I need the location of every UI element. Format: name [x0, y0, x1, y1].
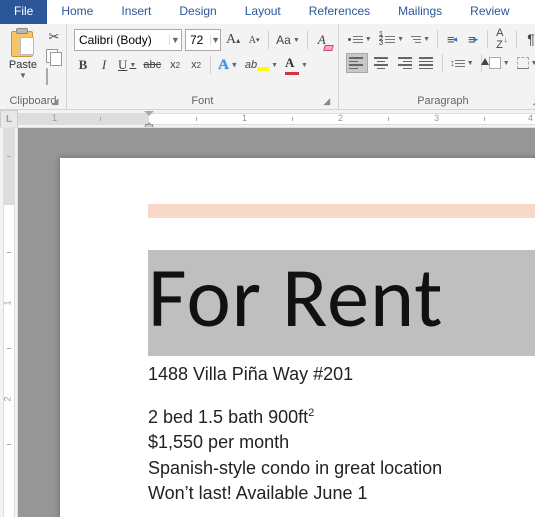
separator: [487, 30, 488, 48]
group-paragraph: ▼ 123▼ ▼ ≡◂ ≡▸ AZ↓ ¶ ↕▼ ▼ ▼: [339, 24, 535, 109]
separator: [268, 31, 269, 49]
group-label-font: Font◢: [71, 93, 334, 107]
chevron-down-icon[interactable]: ▼: [169, 35, 181, 45]
ruler-number: 3: [434, 113, 439, 123]
tab-references[interactable]: References: [295, 0, 384, 24]
paste-label: Paste: [9, 59, 37, 71]
decrease-indent-button[interactable]: ≡◂: [443, 29, 461, 49]
heading-text[interactable]: For Rent: [148, 256, 535, 340]
sort-button[interactable]: AZ↓: [493, 29, 511, 49]
border-icon: [517, 57, 529, 69]
grow-font-button[interactable]: A▴: [224, 30, 242, 50]
clipboard-icon: [10, 28, 36, 58]
ruler-number: 1: [52, 113, 57, 123]
tab-design[interactable]: Design: [165, 0, 230, 24]
font-size-combo[interactable]: ▼: [185, 29, 221, 51]
multilevel-list-button[interactable]: ▼: [409, 29, 432, 49]
eraser-icon: [323, 45, 334, 51]
vertical-ruler[interactable]: 1 2: [0, 128, 18, 517]
ruler-number: 2: [338, 113, 343, 123]
underline-button[interactable]: U▼: [116, 55, 138, 75]
heading-selection[interactable]: For Rent: [148, 250, 535, 356]
font-size-input[interactable]: [186, 33, 210, 47]
ruler-number: 1: [3, 300, 13, 305]
first-line-indent-icon[interactable]: [144, 111, 154, 116]
highlight-button[interactable]: ab▼: [243, 55, 280, 75]
cut-button[interactable]: ✂: [46, 29, 62, 45]
line-price[interactable]: $1,550 per month: [148, 430, 535, 455]
tab-layout[interactable]: Layout: [231, 0, 295, 24]
justify-button[interactable]: [417, 53, 437, 73]
menu-tabs: File Home Insert Design Layout Reference…: [0, 0, 535, 24]
numbering-button[interactable]: 123▼: [377, 29, 406, 49]
bullets-button[interactable]: ▼: [346, 29, 374, 49]
align-left-button[interactable]: [346, 53, 368, 73]
group-font: ▼ ▼ A▴ A▾ Aa▼ A B I U▼ abc x2 x2: [67, 24, 339, 109]
tab-file[interactable]: File: [0, 0, 47, 24]
accent-bar: [148, 204, 535, 218]
separator: [307, 31, 308, 49]
align-center-button[interactable]: [371, 53, 391, 73]
shading-button[interactable]: ▼: [487, 53, 512, 73]
group-label-clipboard: Clipboard◢: [4, 93, 62, 107]
subscript-button[interactable]: x2: [166, 55, 184, 75]
paste-button[interactable]: Paste ▼: [4, 26, 42, 88]
ribbon: Paste ▼ ✂ Clipboard◢ ▼ ▼ A▴: [0, 24, 535, 110]
horizontal-ruler[interactable]: L 1 1 2 3 4: [0, 110, 535, 128]
line-avail[interactable]: Won’t last! Available June 1: [148, 481, 535, 506]
tab-insert[interactable]: Insert: [107, 0, 165, 24]
ruler-number: 2: [3, 396, 13, 401]
chevron-down-icon[interactable]: ▼: [210, 35, 220, 45]
line-spacing-button[interactable]: ↕▼: [448, 53, 476, 73]
font-name-input[interactable]: [75, 33, 169, 47]
format-painter-button[interactable]: [46, 69, 62, 85]
tab-review[interactable]: Review: [456, 0, 523, 24]
superscript-button[interactable]: x2: [187, 55, 205, 75]
tab-selector[interactable]: L: [0, 110, 18, 128]
borders-button[interactable]: ▼: [515, 53, 535, 73]
text-effects-button[interactable]: A▼: [216, 55, 240, 75]
font-name-combo[interactable]: ▼: [74, 29, 182, 51]
page[interactable]: For Rent 1488 Villa Piña Way #201 2 bed …: [60, 158, 535, 517]
strikethrough-button[interactable]: abc: [141, 55, 163, 75]
chevron-down-icon[interactable]: ▼: [19, 71, 27, 80]
separator: [442, 54, 443, 72]
copy-icon: [46, 49, 62, 65]
dialog-launcher-icon[interactable]: ◢: [531, 96, 535, 106]
separator: [210, 56, 211, 74]
line-address[interactable]: 1488 Villa Piña Way #201: [148, 362, 535, 387]
tab-home[interactable]: Home: [47, 0, 107, 24]
font-color-button[interactable]: A▼: [283, 55, 310, 75]
body-text[interactable]: 1488 Villa Piña Way #201 2 bed 1.5 bath …: [148, 362, 535, 506]
clear-formatting-button[interactable]: A: [313, 30, 331, 50]
copy-button[interactable]: [46, 49, 62, 65]
line-desc[interactable]: Spanish-style condo in great location: [148, 456, 535, 481]
group-label-paragraph: Paragraph◢: [343, 93, 535, 107]
bold-button[interactable]: B: [74, 55, 92, 75]
separator: [516, 30, 517, 48]
show-hide-button[interactable]: ¶: [522, 29, 535, 49]
line-spec[interactable]: 2 bed 1.5 bath 900ft2: [148, 405, 535, 430]
group-clipboard: Paste ▼ ✂ Clipboard◢: [0, 24, 67, 109]
separator: [437, 30, 438, 48]
ruler-number: 1: [242, 113, 247, 123]
dialog-launcher-icon[interactable]: ◢: [322, 96, 332, 106]
shrink-font-button[interactable]: A▾: [245, 30, 263, 50]
ruler-number: 4: [528, 113, 533, 123]
tab-mailings[interactable]: Mailings: [384, 0, 456, 24]
paint-bucket-icon: [481, 58, 489, 65]
document-canvas[interactable]: For Rent 1488 Villa Piña Way #201 2 bed …: [18, 128, 535, 517]
change-case-button[interactable]: Aa▼: [274, 30, 302, 50]
italic-button[interactable]: I: [95, 55, 113, 75]
workspace: L 1 1 2 3 4 1 2: [0, 110, 535, 517]
increase-indent-button[interactable]: ≡▸: [464, 29, 482, 49]
dialog-launcher-icon[interactable]: ◢: [50, 96, 60, 106]
paintbrush-icon: [46, 69, 62, 85]
align-right-button[interactable]: [394, 53, 414, 73]
